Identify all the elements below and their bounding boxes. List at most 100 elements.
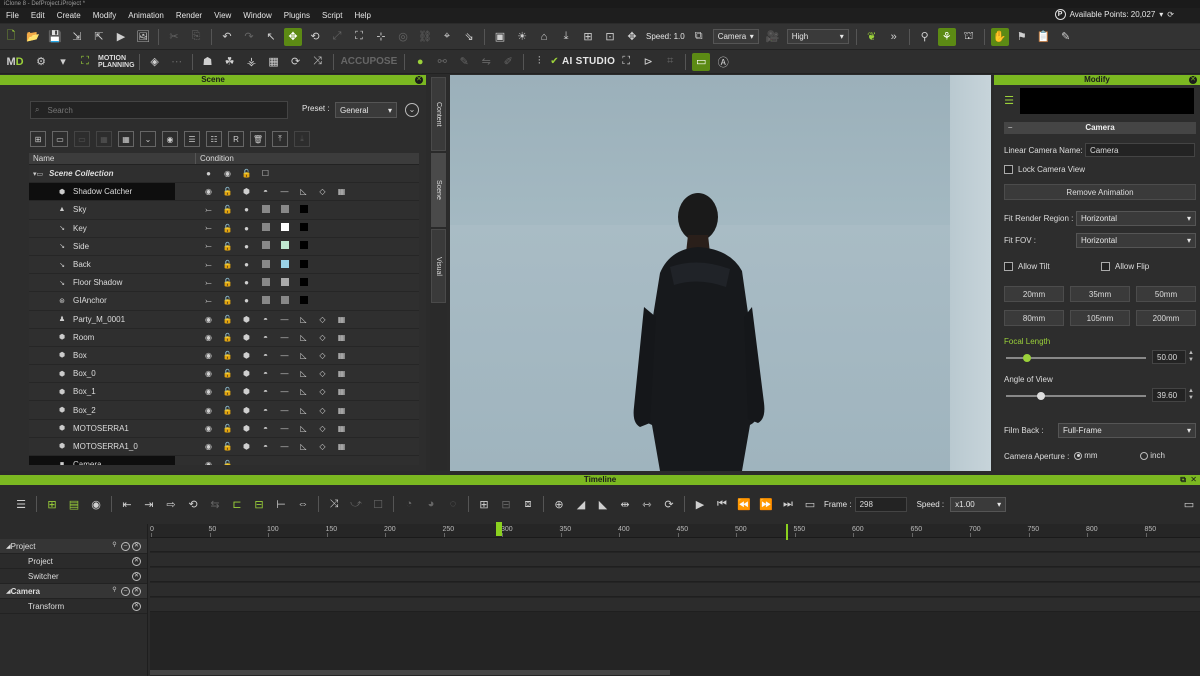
zoom-fit-icon[interactable]: ◣ <box>594 495 612 513</box>
angle-of-view-slider[interactable] <box>1006 392 1146 400</box>
color-swatch[interactable] <box>294 204 313 215</box>
eye-icon[interactable]: ◉ <box>199 333 218 342</box>
line-icon[interactable]: — <box>275 315 294 324</box>
triangle-icon[interactable]: ◺ <box>294 333 313 342</box>
scan-icon[interactable]: ⌗ <box>661 53 679 71</box>
save-icon[interactable]: 💾 <box>46 28 64 46</box>
tree-row[interactable]: ■ Camera ◉ 🔓 <box>29 456 419 465</box>
lens-80mm-button[interactable]: 80mm <box>1004 310 1064 326</box>
sliders-icon[interactable]: ⫶ <box>530 53 548 71</box>
curve-editor-icon[interactable]: ⤨ <box>325 495 343 513</box>
eye-icon[interactable]: ◉ <box>87 495 105 513</box>
line-icon[interactable]: — <box>275 424 294 433</box>
render-video-icon[interactable]: ▶ <box>112 28 130 46</box>
loop-playback-icon[interactable]: ⟳ <box>660 495 678 513</box>
undo-icon[interactable]: ↶ <box>218 28 236 46</box>
list-icon[interactable]: ☰ <box>184 131 200 147</box>
menu-window[interactable]: Window <box>237 11 277 20</box>
linear-camera-name-field[interactable]: Camera <box>1085 143 1195 157</box>
allow-tilt-checkbox[interactable] <box>1004 262 1013 271</box>
accupose-button[interactable]: ACCUPOSE <box>341 56 398 67</box>
collect-clip-icon[interactable]: ▤ <box>65 495 83 513</box>
fit-icon[interactable]: ⊞ <box>579 28 597 46</box>
sphere-icon[interactable]: ◓ <box>256 351 275 360</box>
cast-shadow-icon[interactable]: ⤚ <box>199 260 218 270</box>
dot-icon[interactable]: ● <box>237 205 256 214</box>
import-icon[interactable]: ⇲ <box>68 28 86 46</box>
cast-shadow-icon[interactable]: ⤚ <box>199 278 218 288</box>
tag-icon[interactable]: ◇ <box>313 369 332 378</box>
mm-radio[interactable] <box>1074 451 1082 460</box>
end-marker[interactable] <box>786 524 788 540</box>
dot-icon[interactable]: ● <box>237 260 256 269</box>
select-icon[interactable]: ↖ <box>262 28 280 46</box>
home-icon[interactable]: ⌂ <box>535 28 553 46</box>
frame-icon[interactable]: ▣ <box>491 28 509 46</box>
lock-icon[interactable]: 🔓 <box>218 387 237 396</box>
prev-key-icon[interactable]: ⇤ <box>118 495 136 513</box>
lock-icon[interactable]: 🔓 <box>218 205 237 214</box>
dim-tool-icon[interactable]: ☐ <box>369 495 387 513</box>
tag-icon[interactable]: ◇ <box>313 333 332 342</box>
speed-dropdown[interactable]: x1.00 ▾ <box>950 496 1007 512</box>
brush-icon[interactable]: ✐ <box>499 53 517 71</box>
paste-icon[interactable]: ⎘ <box>187 28 205 46</box>
export-icon[interactable]: ⇱ <box>90 28 108 46</box>
box-icon[interactable]: ☐ <box>256 169 275 178</box>
camera-dropdown[interactable]: Camera ▾ <box>712 29 759 44</box>
render-icon[interactable]: ⊳ <box>639 53 657 71</box>
ungroup-icon[interactable]: ▦ <box>118 131 134 147</box>
loop-icon[interactable]: ⟲ <box>184 495 202 513</box>
eye-icon[interactable]: ◉ <box>199 460 218 465</box>
capture-icon[interactable]: ⛶ <box>617 53 635 71</box>
tree-row-name[interactable]: ▲ Sky <box>29 201 175 218</box>
motion-planning-button[interactable]: MOTION PLANNING <box>98 55 135 69</box>
redo-icon[interactable]: ↷ <box>240 28 258 46</box>
aperture-inch-option[interactable]: inch <box>1140 451 1165 460</box>
tree-row-name[interactable]: ⬢ Room <box>29 329 175 346</box>
insert-icon[interactable]: ⇥ <box>140 495 158 513</box>
align-icon[interactable]: ⛶ <box>350 28 368 46</box>
sphere-icon[interactable]: ◓ <box>256 333 275 342</box>
focal-length-knob[interactable] <box>1023 354 1031 362</box>
ai-icon[interactable]: Ⓐ <box>714 53 732 71</box>
filter-icon[interactable]: ⌄ <box>140 131 156 147</box>
timeline-ruler[interactable]: 0 50 100 150 200 250 300 350 400 450 500 550 600 650 7… <box>150 524 1200 538</box>
film-back-dropdown[interactable]: Full-Frame ▾ <box>1058 423 1196 438</box>
motion-icon[interactable]: ✋ <box>990 27 1009 46</box>
angle-of-view-field[interactable]: 39.60 <box>1152 388 1186 402</box>
eye-icon[interactable]: ◉ <box>199 424 218 433</box>
aperture-mm-option[interactable]: mm <box>1074 451 1098 460</box>
mirror-icon[interactable]: ⇋ <box>477 53 495 71</box>
color-swatch[interactable] <box>275 241 294 251</box>
lens-50mm-button[interactable]: 50mm <box>1136 286 1196 302</box>
color-swatch[interactable] <box>294 223 313 233</box>
scale-icon[interactable]: ⤢ <box>328 28 346 46</box>
color-swatch[interactable] <box>256 259 275 270</box>
close-icon[interactable]: ✕ <box>1190 475 1197 485</box>
lock-icon[interactable]: 🔓 <box>218 442 237 451</box>
gear-icon[interactable]: ⚙ <box>32 53 50 71</box>
preset-dropdown[interactable]: General ▾ <box>335 102 397 118</box>
tab-visual[interactable]: Visual <box>431 229 446 303</box>
eye-icon[interactable]: ◉ <box>199 187 218 196</box>
tree-row-name[interactable]: ⬢ Box <box>29 347 175 364</box>
tag-icon[interactable]: ◇ <box>313 187 332 196</box>
angle-of-view-knob[interactable] <box>1037 392 1045 400</box>
key-icon[interactable]: ⊞ <box>43 495 61 513</box>
to-start-icon[interactable]: ⏮ <box>713 495 731 513</box>
search-input[interactable]: ⌕ Search <box>30 101 288 119</box>
playhead[interactable] <box>496 522 502 536</box>
walk-icon[interactable]: ⚯ <box>433 53 451 71</box>
open-icon[interactable]: 📂 <box>24 28 42 46</box>
delete-icon[interactable]: 🗑 <box>250 131 266 147</box>
copy-camera-icon[interactable]: ⧉ <box>690 28 708 46</box>
tree-row[interactable]: ▾▭ Scene Collection ● ◉ 🔓 ☐ <box>29 165 419 184</box>
expand-icon[interactable]: » <box>885 28 903 46</box>
cycle-icon[interactable]: ⟳ <box>287 53 305 71</box>
refresh-icon[interactable]: ⟳ <box>1167 10 1174 19</box>
tab-scene[interactable]: Scene <box>431 153 446 227</box>
speed-move-icon[interactable]: ✥ <box>623 28 641 46</box>
reach-icon[interactable]: ⚘ <box>937 27 956 46</box>
triangle-icon[interactable]: ◺ <box>294 387 313 396</box>
